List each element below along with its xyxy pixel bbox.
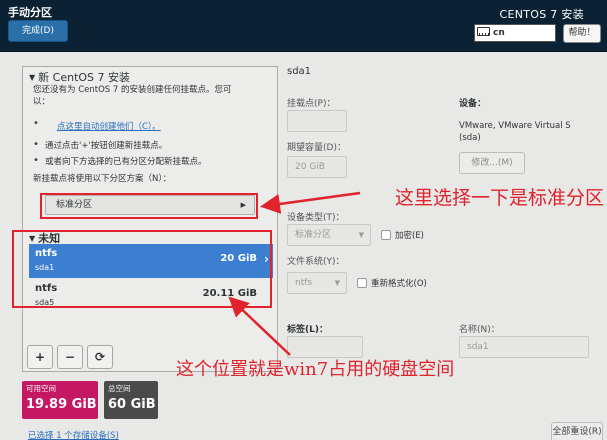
reformat-checkbox[interactable] [357, 278, 367, 288]
annotation-note-scheme: 这里选择一下是标准分区 [395, 187, 605, 209]
device-type-value: 标准分区 [295, 230, 332, 240]
done-button[interactable]: 完成(D) [8, 20, 68, 42]
device-type-label: 设备类型(T)： [287, 213, 345, 223]
name-label: 名称(N)： [459, 325, 500, 335]
available-space-value: 19.89 GiB [26, 397, 97, 412]
reset-all-button[interactable]: 全部重设(R) [551, 422, 603, 440]
device-type-select[interactable]: 标准分区 ▼ [287, 224, 371, 246]
modify-button[interactable]: 修改...(M) [459, 152, 525, 174]
add-mount-point-button[interactable]: + [27, 345, 53, 369]
selected-disk-title: sda1 [287, 66, 312, 77]
filesystem-value: ntfs [295, 278, 313, 288]
annotation-highlight-scheme [40, 193, 258, 219]
hint-assign-text: 或者向下方选择的已有分区分配新挂载点。 [45, 157, 207, 167]
no-mount-message-line-2: 以： [33, 97, 51, 107]
encrypt-checkbox[interactable] [381, 230, 391, 240]
keyboard-layout-indicator[interactable]: cn [474, 24, 556, 42]
page-title: 手动分区 [8, 6, 52, 19]
header-bar: 手动分区 完成(D) CENTOS 7 安装 cn 帮助！ [0, 0, 607, 52]
no-mount-message-line-1: 您还没有为 CentOS 7 的安装创建任何挂载点。您可 [33, 85, 232, 95]
tag-label: 标签(L)： [287, 325, 328, 335]
new-install-section-header[interactable]: ▼ 新 CentOS 7 安装 [29, 69, 130, 85]
install-title: CENTOS 7 安装 [499, 8, 584, 21]
available-space-label: 可用空间 [26, 384, 56, 393]
reformat-label: 重新格式化(O) [371, 279, 427, 289]
mount-point-label: 挂载点(P)： [287, 99, 336, 109]
scheme-label: 新挂载点将使用以下分区方案（N）： [33, 174, 172, 184]
expand-triangle-icon: ▼ [29, 73, 36, 82]
new-install-title: 新 CentOS 7 安装 [38, 71, 131, 84]
device-text-line-1: VMware, VMware Virtual S [459, 121, 571, 131]
encrypt-label: 加密(E) [395, 231, 425, 241]
filesystem-select[interactable]: ntfs ▼ [287, 272, 347, 294]
selected-storage-link[interactable]: 已选择 1 个存储设备(S) [28, 429, 119, 440]
annotation-note-partitions: 这个位置就是win7占用的硬盘空间 [176, 359, 455, 380]
dropdown-arrow-icon: ▼ [358, 231, 364, 239]
annotation-highlight-partitions [12, 230, 272, 308]
capacity-label: 期望容量(D)： [287, 143, 346, 153]
name-input[interactable]: sda1 [459, 336, 589, 358]
bullet-icon: • [33, 118, 39, 129]
mount-point-input[interactable] [287, 110, 347, 132]
bullet-icon: • [33, 155, 39, 166]
device-text-line-2: (sda) [459, 133, 481, 143]
total-space-label: 总空间 [108, 384, 131, 393]
keyboard-icon [477, 27, 490, 36]
device-description: VMware, VMware Virtual S (sda) [459, 120, 571, 144]
bullet-icon: • [33, 139, 39, 150]
keyboard-layout-value: cn [493, 28, 505, 38]
auto-create-link[interactable]: 点这里自动创建他们（C）。 [57, 120, 161, 132]
dropdown-arrow-icon: ▼ [334, 279, 340, 287]
hint-add-text: 通过点击'+'按钮创建新挂载点。 [45, 141, 168, 151]
device-label: 设备： [459, 99, 487, 109]
refresh-button[interactable]: ⟳ [87, 345, 113, 369]
capacity-input[interactable]: 20 GiB [287, 156, 347, 178]
mount-points-panel: ▼ 新 CentOS 7 安装 您还没有为 CentOS 7 的安装创建任何挂载点… [22, 66, 278, 372]
help-button[interactable]: 帮助！ [563, 24, 601, 43]
available-space-box: 可用空间 19.89 GiB [22, 381, 98, 419]
filesystem-label: 文件系统(Y)： [287, 257, 345, 267]
total-space-box: 总空间 60 GiB [104, 381, 158, 419]
remove-mount-point-button[interactable]: − [57, 345, 83, 369]
total-space-value: 60 GiB [108, 397, 156, 412]
